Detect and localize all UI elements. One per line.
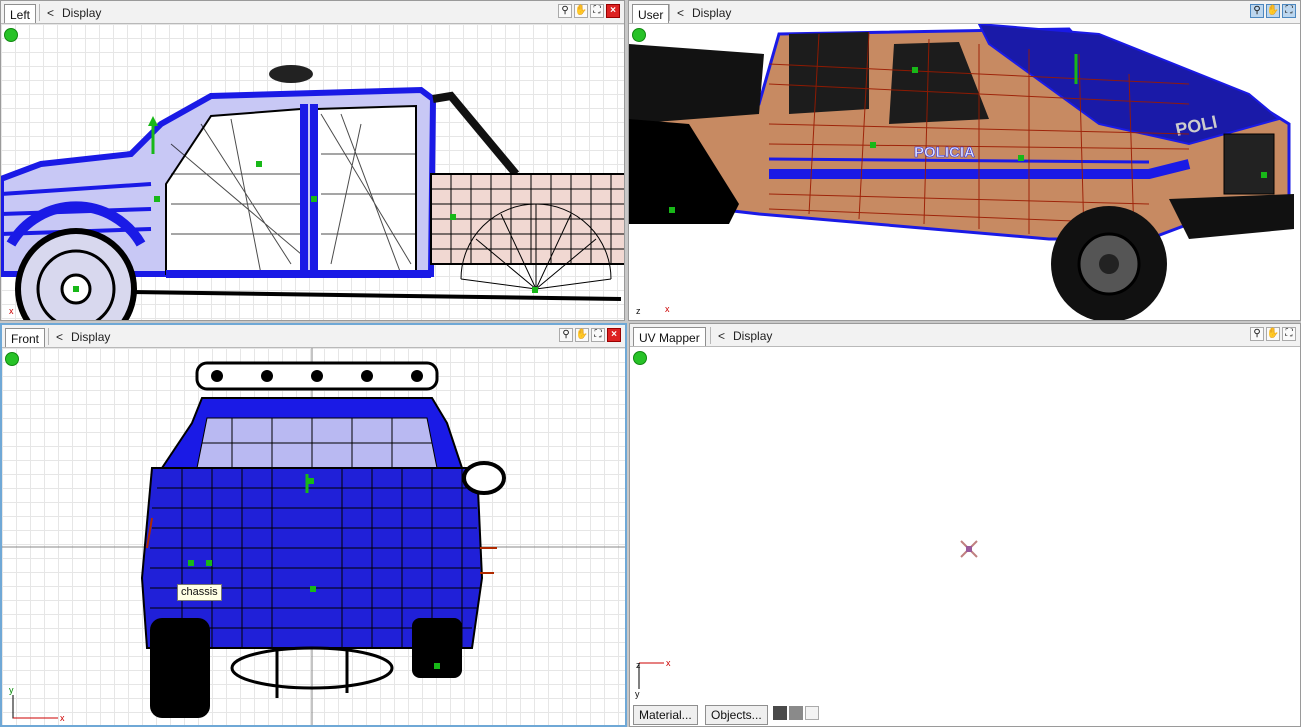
- viewport-uv-canvas[interactable]: z x y Material... Objects...: [630, 347, 1300, 726]
- viewport-status-dot: [633, 351, 647, 365]
- header-separator: [39, 4, 40, 21]
- viewport-tools: ⚲ ✋ ⛶ ×: [558, 4, 620, 21]
- display-arrow: <: [56, 330, 64, 344]
- viewport-left-tab[interactable]: Left: [4, 4, 37, 23]
- display-label: Display: [71, 330, 111, 344]
- viewport-user-canvas[interactable]: POLI POLICIA z x: [629, 24, 1300, 320]
- display-menu[interactable]: < Display: [56, 330, 110, 344]
- fit-view-icon[interactable]: ⛶: [1282, 327, 1296, 341]
- pan-hand-icon[interactable]: ✋: [1266, 327, 1280, 341]
- pan-hand-icon[interactable]: ✋: [574, 4, 588, 18]
- viewport-tools: ⚲ ✋ ⛶: [1250, 327, 1296, 344]
- viewport-left-canvas[interactable]: x: [1, 24, 624, 320]
- viewport-user-header: User < Display ⚲ ✋ ⛶: [629, 1, 1300, 24]
- zoom-icon[interactable]: ⚲: [1250, 4, 1264, 18]
- uv-origin-marker: [960, 540, 978, 558]
- swatch-light[interactable]: [805, 706, 819, 720]
- swatch-gray[interactable]: [789, 706, 803, 720]
- axis-x-label: x: [9, 306, 14, 316]
- display-arrow: <: [47, 6, 55, 20]
- viewport-user-tab[interactable]: User: [632, 4, 670, 23]
- display-menu[interactable]: < Display: [677, 6, 731, 20]
- viewport-uv-tab[interactable]: UV Mapper: [633, 327, 706, 346]
- viewport-uv-mapper[interactable]: UV Mapper < Display ⚲ ✋ ⛶ z x y Material.…: [629, 323, 1301, 727]
- header-separator: [48, 328, 49, 345]
- header-separator: [669, 4, 670, 21]
- viewport-left-header: Left < Display ⚲ ✋ ⛶ ×: [1, 1, 624, 24]
- axis-z-label: z: [636, 306, 641, 316]
- display-label: Display: [733, 329, 773, 343]
- zoom-icon[interactable]: ⚲: [1250, 327, 1264, 341]
- display-label: Display: [62, 6, 102, 20]
- display-menu[interactable]: < Display: [47, 6, 101, 20]
- viewport-tools: ⚲ ✋ ⛶ ×: [559, 328, 621, 345]
- swatch-dark[interactable]: [773, 706, 787, 720]
- zoom-icon[interactable]: ⚲: [559, 328, 573, 342]
- viewport-left[interactable]: Left < Display ⚲ ✋ ⛶ × x: [0, 0, 625, 321]
- objects-button[interactable]: Objects...: [705, 705, 768, 725]
- close-icon[interactable]: ×: [607, 328, 621, 342]
- viewport-front-tab[interactable]: Front: [5, 328, 46, 347]
- fit-view-icon[interactable]: ⛶: [591, 328, 605, 342]
- viewport-user[interactable]: User < Display ⚲ ✋ ⛶ POLI POLICIA z x: [628, 0, 1301, 321]
- viewport-status-dot: [5, 352, 19, 366]
- viewport-status-dot: [632, 28, 646, 42]
- display-arrow: <: [718, 329, 726, 343]
- pan-hand-icon[interactable]: ✋: [1266, 4, 1280, 18]
- decal-text: POLICIA: [914, 144, 975, 161]
- axis-gizmo: [12, 695, 58, 719]
- axis-x-label: x: [665, 304, 670, 314]
- viewport-uv-header: UV Mapper < Display ⚲ ✋ ⛶: [630, 324, 1300, 347]
- viewport-tools: ⚲ ✋ ⛶: [1250, 4, 1296, 21]
- zoom-icon[interactable]: ⚲: [558, 4, 572, 18]
- display-label: Display: [692, 6, 732, 20]
- object-name-tooltip: chassis: [177, 584, 222, 601]
- display-menu[interactable]: < Display: [718, 329, 772, 343]
- material-button[interactable]: Material...: [633, 705, 698, 725]
- axis-y-label: y: [635, 689, 640, 699]
- viewport-front-header: Front < Display ⚲ ✋ ⛶ ×: [2, 325, 625, 348]
- header-separator: [710, 327, 711, 344]
- fit-view-icon[interactable]: ⛶: [1282, 4, 1296, 18]
- truck-front-wireframe: [2, 348, 625, 725]
- axis-x-label: x: [666, 658, 671, 668]
- pan-hand-icon[interactable]: ✋: [575, 328, 589, 342]
- display-arrow: <: [677, 6, 685, 20]
- viewport-status-dot: [4, 28, 18, 42]
- fit-view-icon[interactable]: ⛶: [590, 4, 604, 18]
- viewport-front[interactable]: Front < Display ⚲ ✋ ⛶ × chassis y x: [0, 323, 627, 727]
- close-icon[interactable]: ×: [606, 4, 620, 18]
- truck-side-wireframe: [1, 65, 624, 320]
- truck-perspective-render: POLI POLICIA: [629, 24, 1294, 320]
- axis-z-label: z: [636, 660, 641, 670]
- viewport-front-canvas[interactable]: chassis y x: [2, 348, 625, 725]
